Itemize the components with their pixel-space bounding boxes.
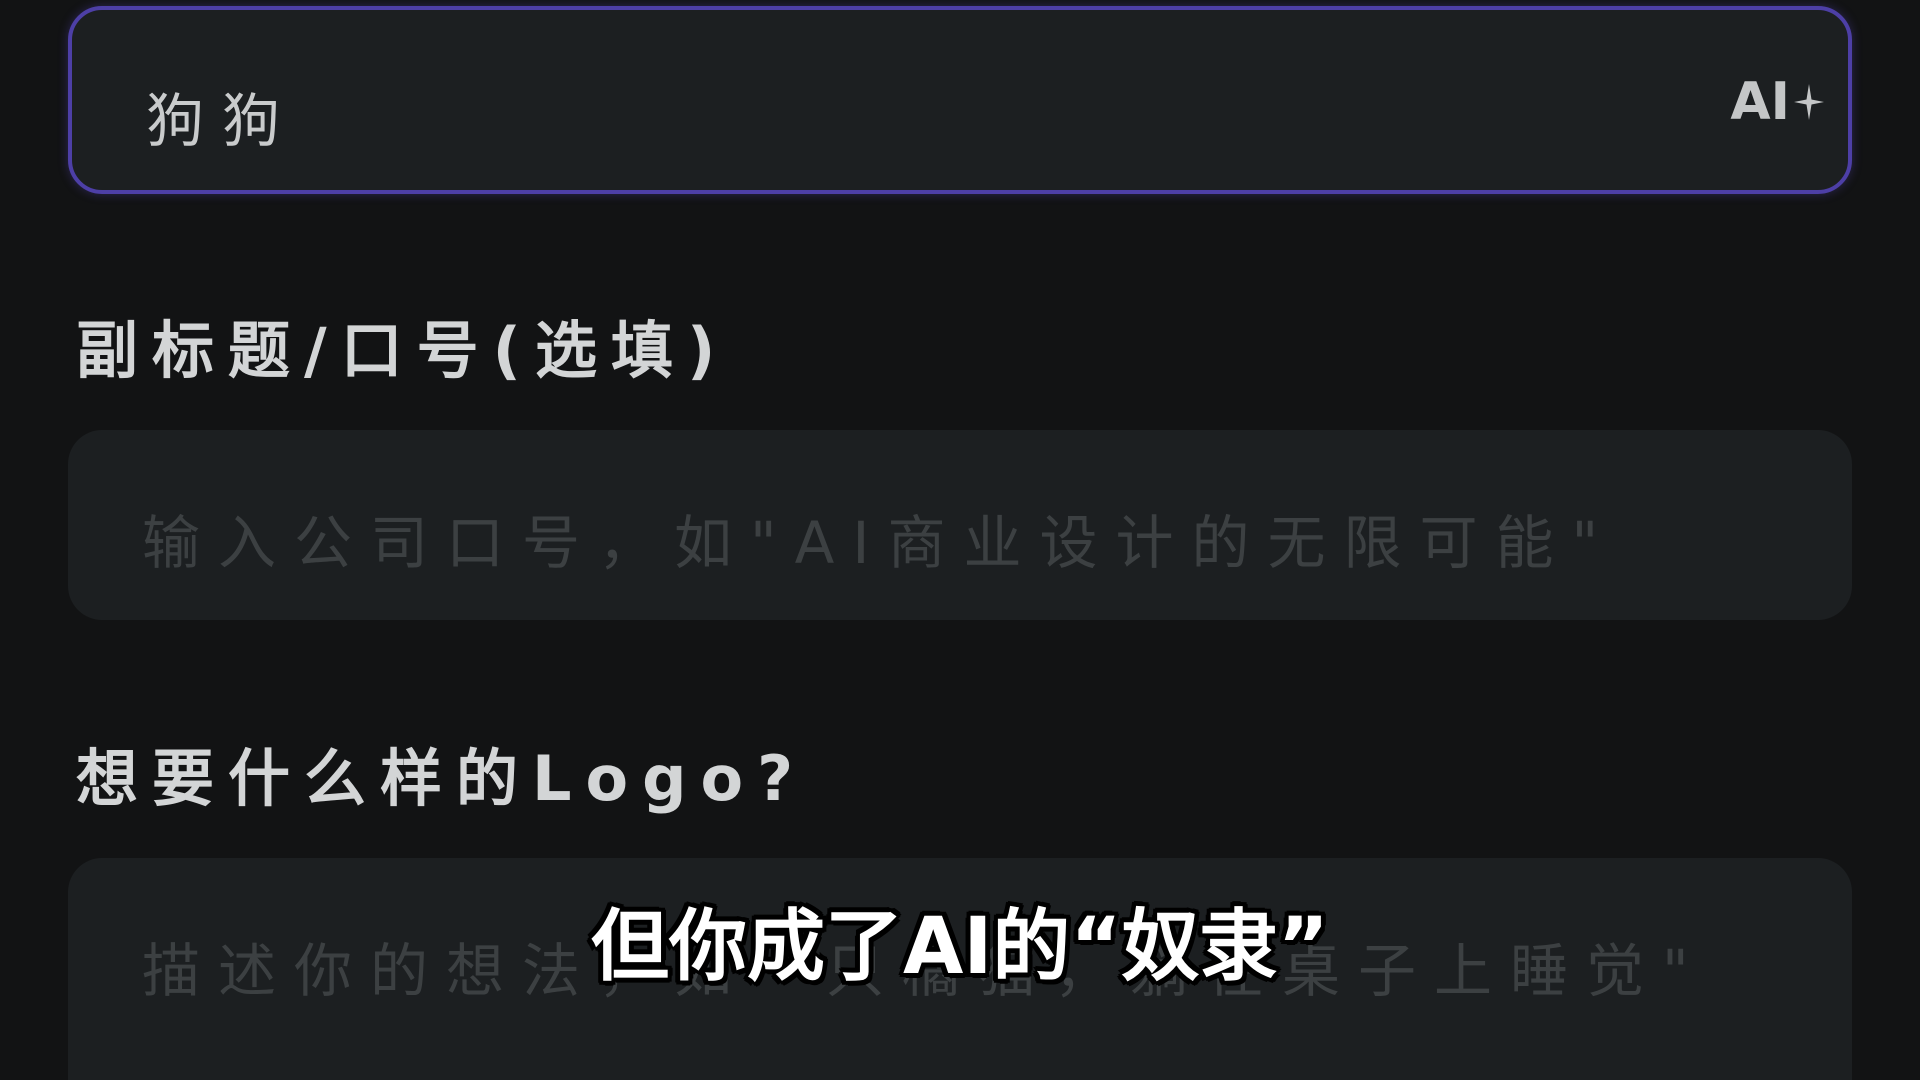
brand-name-input[interactable]: 狗狗 AI: [68, 6, 1852, 194]
ai-generate-button[interactable]: AI: [1716, 70, 1840, 134]
brand-name-value: 狗狗: [146, 87, 299, 155]
slogan-placeholder: 输入公司口号，如"AI商业设计的无限可能": [142, 509, 1617, 577]
sparkle-icon: [1794, 84, 1824, 120]
video-subtitle: 但你成了AI的“奴隶”: [591, 902, 1329, 992]
slogan-label: 副标题/口号(选填): [76, 314, 730, 387]
logo-description-label: 想要什么样的Logo?: [76, 742, 808, 815]
slogan-input[interactable]: 输入公司口号，如"AI商业设计的无限可能": [68, 430, 1852, 620]
logo-generator-form: 狗狗 AI 副标题/口号(选填) 输入公司口号，如"AI商业设计的无限可能" 想…: [0, 0, 1920, 1080]
ai-button-label: AI: [1730, 72, 1790, 132]
